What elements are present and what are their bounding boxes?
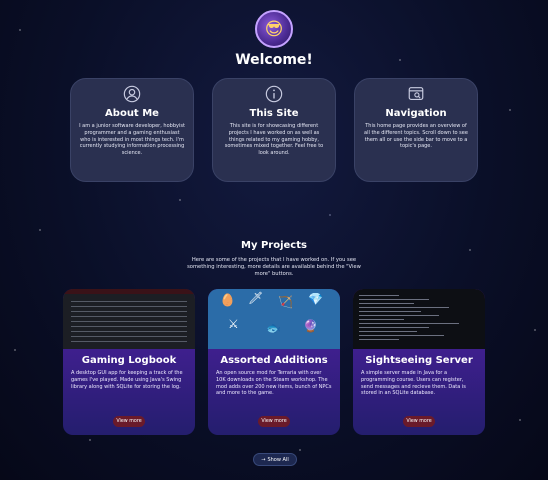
project-card-assorted-additions: 🥚 🗡 🏹 💎 ⚔ 🐟 🔮 Assorted Additions An open…: [208, 289, 340, 435]
project-card-sightseeing-server: Sightseeing Server A simple server made …: [353, 289, 485, 435]
card-text: I am a junior software developer, hobbyi…: [79, 123, 185, 156]
project-title: Sightseeing Server: [365, 355, 473, 366]
card-title: Navigation: [385, 108, 447, 119]
card-title: About Me: [105, 108, 159, 119]
about-me-card: About Me I am a junior software develope…: [70, 78, 194, 182]
card-title: This Site: [249, 108, 299, 119]
avatar: 😎: [255, 10, 293, 48]
view-more-button[interactable]: View more: [403, 416, 435, 427]
project-screenshot: [353, 289, 485, 349]
user-circle-icon: [123, 85, 141, 103]
card-text: This home page provides an overview of a…: [364, 123, 468, 150]
window-search-icon: [408, 87, 424, 100]
project-text: A desktop GUI app for keeping a track of…: [71, 370, 183, 390]
view-more-button[interactable]: View more: [258, 416, 290, 427]
info-circle-icon: [265, 85, 283, 103]
project-screenshot: [63, 289, 195, 349]
welcome-heading: Welcome!: [235, 52, 313, 68]
show-all-button[interactable]: → Show All: [253, 453, 297, 466]
project-text: An open source mod for Terraria with ove…: [216, 370, 332, 397]
navigation-card: Navigation This home page provides an ov…: [354, 78, 478, 182]
view-more-button[interactable]: View more: [113, 416, 145, 427]
projects-heading: My Projects: [241, 240, 307, 251]
project-text: A simple server made in Java for a progr…: [361, 370, 466, 397]
avatar-icon: 😎: [264, 18, 284, 40]
projects-description: Here are some of the projects that I hav…: [187, 257, 361, 278]
project-title: Gaming Logbook: [81, 355, 177, 366]
project-title: Assorted Additions: [220, 355, 328, 366]
show-all-label: Show All: [267, 456, 289, 463]
arrow-right-icon: →: [261, 456, 266, 463]
card-text: This site is for showcasing different pr…: [224, 123, 324, 156]
this-site-card: This Site This site is for showcasing di…: [212, 78, 336, 182]
project-screenshot: 🥚 🗡 🏹 💎 ⚔ 🐟 🔮: [208, 289, 340, 349]
project-card-gaming-logbook: Gaming Logbook A desktop GUI app for kee…: [63, 289, 195, 435]
